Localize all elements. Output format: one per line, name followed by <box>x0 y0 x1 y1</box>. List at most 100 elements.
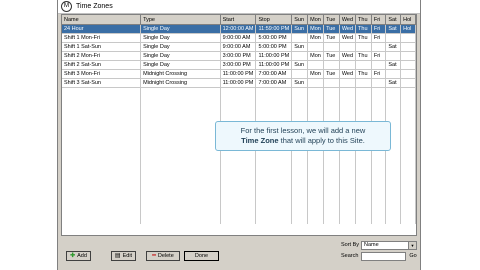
table-row[interactable]: Shift 3 Sat-Sun Midnight Crossing 11:00:00… <box>62 78 416 88</box>
search-input[interactable] <box>361 252 406 261</box>
empty-cell <box>62 160 142 168</box>
empty-cell <box>385 200 402 208</box>
empty-cell <box>62 112 142 120</box>
empty-cell <box>220 176 257 184</box>
empty-cell <box>323 104 340 112</box>
empty-row <box>62 176 416 184</box>
table-row[interactable]: Shift 1 Mon-Fri Single Day 9:00:00 AM 5:00:… <box>62 33 416 43</box>
column-header-fri[interactable]: Fri <box>371 15 387 25</box>
table-row[interactable]: Shift 2 Mon-Fri Single Day 3:00:00 PM 11:00… <box>62 51 416 61</box>
table-cell: Wed <box>339 24 357 34</box>
empty-cell <box>140 112 221 120</box>
table-cell: 11:00:00 PM <box>220 78 257 88</box>
empty-cell <box>291 160 309 168</box>
add-button[interactable]: ✚ Add <box>66 251 91 261</box>
table-cell: Mon <box>307 51 325 61</box>
empty-cell <box>371 87 387 96</box>
edit-button[interactable]: ▤ Edit <box>111 251 136 261</box>
table-cell: Sun <box>291 60 309 70</box>
empty-cell <box>307 208 325 216</box>
table-cell: Tue <box>323 24 340 34</box>
empty-cell <box>323 200 340 208</box>
table-cell: Wed <box>339 33 357 43</box>
empty-cell <box>371 192 387 200</box>
empty-cell <box>400 112 416 120</box>
empty-cell <box>339 168 357 176</box>
table-cell: Hol <box>400 24 416 34</box>
empty-cell <box>323 160 340 168</box>
sort-by-select[interactable]: Name ▼ <box>361 241 417 250</box>
empty-cell <box>62 184 142 192</box>
table-cell: 11:00:00 PM <box>255 60 293 70</box>
table-cell <box>400 60 416 70</box>
table-cell: Shift 3 Sat-Sun <box>62 78 142 88</box>
column-header-name[interactable]: Name <box>62 15 142 25</box>
callout-bold-term: Time Zone <box>241 136 279 145</box>
table-cell <box>339 78 357 88</box>
table-row[interactable]: Shift 2 Sat-Sun Single Day 3:00:00 PM 11:00… <box>62 60 416 70</box>
empty-cell <box>220 208 257 216</box>
empty-cell <box>140 96 221 104</box>
empty-cell <box>385 176 402 184</box>
table-cell: Single Day <box>140 42 221 52</box>
callout-line-1: For the first lesson, we will add a new <box>240 126 366 135</box>
table-cell <box>291 51 309 61</box>
empty-cell <box>220 160 257 168</box>
column-header-tue[interactable]: Tue <box>323 15 340 25</box>
column-header-thu[interactable]: Thu <box>355 15 372 25</box>
table-cell: 11:59:00 PM <box>255 24 293 34</box>
table-row[interactable]: 24 Hour Single Day 12:00:00 AM 11:59:00 PM S… <box>62 24 416 34</box>
empty-cell <box>400 120 416 128</box>
empty-cell <box>255 112 293 120</box>
empty-cell <box>323 184 340 192</box>
table-row[interactable]: Shift 1 Sat-Sun Single Day 9:00:00 AM 5:00:… <box>62 42 416 52</box>
chevron-down-icon[interactable]: ▼ <box>408 242 416 249</box>
column-header-type[interactable]: Type <box>140 15 221 25</box>
column-header-sun[interactable]: Sun <box>291 15 309 25</box>
column-header-start[interactable]: Start <box>220 15 257 25</box>
empty-cell <box>385 96 402 104</box>
empty-cell <box>140 216 221 224</box>
empty-cell <box>323 192 340 200</box>
empty-cell <box>371 184 387 192</box>
go-button[interactable]: Go <box>408 252 418 261</box>
empty-cell <box>371 152 387 160</box>
empty-cell <box>339 208 357 216</box>
column-header-stop[interactable]: Stop <box>255 15 293 25</box>
empty-row <box>62 104 416 112</box>
empty-cell <box>355 160 372 168</box>
empty-row <box>62 200 416 208</box>
empty-cell <box>62 128 142 136</box>
empty-cell <box>140 136 221 144</box>
empty-row <box>62 184 416 192</box>
empty-cell <box>400 96 416 104</box>
callout-line-2-rest: that will apply to this Site. <box>278 136 365 145</box>
empty-cell <box>385 168 402 176</box>
empty-cell <box>291 87 309 96</box>
title-bar: M Time Zones <box>58 0 420 14</box>
empty-cell <box>400 184 416 192</box>
column-header-mon[interactable]: Mon <box>307 15 325 25</box>
empty-cell <box>291 176 309 184</box>
column-header-wed[interactable]: Wed <box>339 15 357 25</box>
table-row[interactable]: Shift 3 Mon-Fri Midnight Crossing 11:00:00… <box>62 69 416 79</box>
column-header-sat[interactable]: Sat <box>385 15 402 25</box>
empty-cell <box>400 176 416 184</box>
done-button[interactable]: Done <box>184 251 219 261</box>
empty-cell <box>291 112 309 120</box>
empty-cell <box>371 176 387 184</box>
table-cell: Shift 3 Mon-Fri <box>62 69 142 79</box>
empty-cell <box>371 96 387 104</box>
table-cell: Fri <box>371 33 387 43</box>
empty-cell <box>220 200 257 208</box>
table-cell: Sun <box>291 42 309 52</box>
empty-cell <box>371 160 387 168</box>
delete-button-label: Delete <box>157 253 174 259</box>
empty-cell <box>140 160 221 168</box>
empty-cell <box>140 120 221 128</box>
empty-cell <box>339 96 357 104</box>
table-cell: Wed <box>339 69 357 79</box>
table-cell: 12:00:00 AM <box>220 24 257 34</box>
column-header-hol[interactable]: Hol <box>400 15 416 25</box>
delete-button[interactable]: ━ Delete <box>146 251 180 261</box>
